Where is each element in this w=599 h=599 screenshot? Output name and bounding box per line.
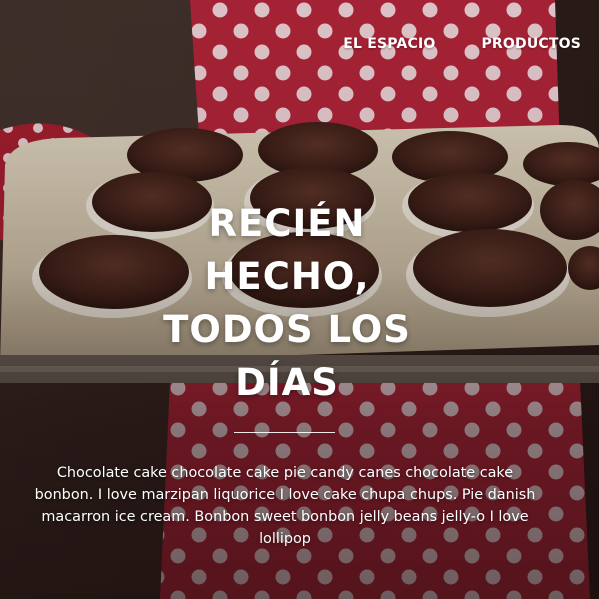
headline-line: DÍAS — [235, 361, 339, 404]
hero-section: EL ESPACIO PRODUCTOS RECIÉN HECHO, TODOS… — [0, 0, 599, 599]
headline-line: HECHO, — [204, 255, 370, 298]
top-navigation: EL ESPACIO PRODUCTOS — [343, 36, 581, 52]
headline-line: RECIÉN — [208, 202, 366, 245]
nav-link-productos[interactable]: PRODUCTOS — [481, 36, 581, 52]
hero-description: Chocolate cake chocolate cake pie candy … — [34, 465, 536, 547]
headline-divider — [234, 432, 335, 433]
headline-line: TODOS LOS — [163, 308, 411, 351]
nav-link-el-espacio[interactable]: EL ESPACIO — [343, 36, 435, 52]
hero-headline: RECIÉN HECHO, TODOS LOS DÍAS — [0, 197, 574, 409]
